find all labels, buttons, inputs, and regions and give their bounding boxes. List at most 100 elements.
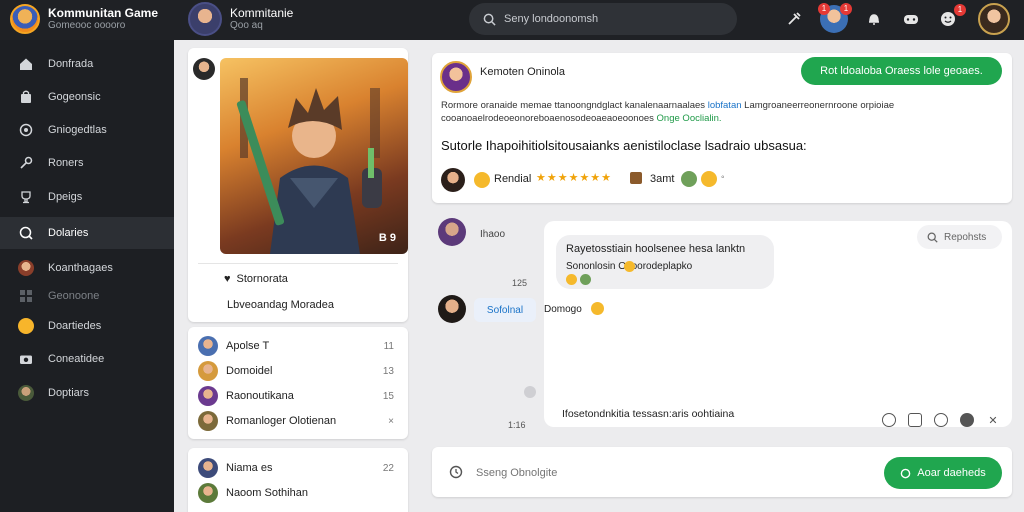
- game-artwork[interactable]: B 9: [220, 58, 408, 254]
- bell-icon[interactable]: [863, 8, 885, 30]
- send-icon: [900, 468, 911, 478]
- home-icon: [18, 56, 34, 72]
- join-button[interactable]: Rot ldoaloba Oraess lole geoaes.: [801, 57, 1002, 85]
- friend-avatar: [198, 361, 218, 381]
- avatar-icon: [681, 171, 697, 187]
- search-input[interactable]: [504, 13, 724, 25]
- art-label: B 9: [378, 232, 396, 244]
- tools-icon[interactable]: [783, 8, 805, 30]
- post-body: Rormore oranaide memae ttanoongndglact k…: [441, 100, 895, 124]
- chat-user-label: Ihaoo: [480, 229, 506, 240]
- avatar-icon: [18, 385, 34, 401]
- post-author-avatar[interactable]: [440, 61, 472, 93]
- clock-icon[interactable]: [882, 413, 896, 427]
- reaction-count: 3amt: [650, 173, 675, 185]
- sidebar-item-label: Dolaries: [48, 227, 89, 239]
- friend-name: Domoidel: [226, 365, 273, 377]
- sidebar-item-home[interactable]: Donfrada: [0, 48, 174, 80]
- controller-icon[interactable]: [900, 8, 922, 30]
- friend-row[interactable]: Romanloger Olotienan ×: [198, 410, 402, 432]
- friend-row[interactable]: Raonoutikana 15: [198, 385, 402, 407]
- friend-count: 13: [382, 365, 394, 377]
- sidebar-item-explore[interactable]: Gniogedtlas: [0, 114, 174, 146]
- friend-row[interactable]: Apolse T 11: [198, 335, 402, 357]
- app-subtitle: Gomeooc ooooro: [48, 20, 126, 31]
- send-button[interactable]: Aoar daeheds: [884, 457, 1002, 489]
- user-avatar[interactable]: [978, 3, 1010, 35]
- grin-icon: [591, 302, 604, 315]
- clock-icon[interactable]: [449, 465, 463, 479]
- post-link[interactable]: lobfatan: [708, 100, 742, 111]
- notification-badge: 1: [818, 3, 830, 15]
- smile-icon: [474, 172, 490, 188]
- friend-avatar: [198, 458, 218, 478]
- favorite-row[interactable]: ♥ Stornorata: [224, 273, 288, 285]
- compass-icon: [18, 122, 34, 138]
- comment-icon[interactable]: [908, 413, 922, 427]
- search-bar[interactable]: [469, 3, 737, 35]
- sidebar-item-activity[interactable]: Doartiedes: [0, 310, 174, 342]
- divider: [198, 263, 398, 264]
- copy-icon[interactable]: [934, 413, 948, 427]
- profile-avatar[interactable]: [193, 58, 215, 80]
- tools-icon[interactable]: ✕: [986, 413, 1000, 427]
- sidebar-item-store[interactable]: Gogeonsic: [0, 81, 174, 113]
- chat-user-avatar[interactable]: [438, 295, 466, 323]
- channel-header[interactable]: Kommitanie Qoo aq: [188, 2, 293, 36]
- friend-avatar: [198, 386, 218, 406]
- notification-badge: 1: [840, 3, 852, 15]
- message-actions: ✕: [882, 413, 1000, 427]
- friend-name: Raonoutikana: [226, 390, 294, 402]
- sidebar-item-label: Coneatidee: [48, 353, 105, 365]
- post-headline: Sutorle Ihapoihitiolsitousaianks aenisti…: [441, 138, 807, 153]
- sidebar-item-label: Koanthagaes: [48, 262, 113, 274]
- cup-icon: [18, 189, 34, 205]
- long-message: Ifosetondnkitia tessasn:aris oohtiaina: [562, 408, 735, 420]
- more-icon[interactable]: ◦: [721, 172, 725, 183]
- sidebar-item-label: Doartiedes: [48, 320, 102, 332]
- emoji-icon: [18, 318, 34, 334]
- sidebar-item-label: Dpeigs: [48, 191, 83, 203]
- message-bubble: Rayetosstiain hoolsenee hesa lanktn Sono…: [556, 235, 774, 289]
- bag-icon: [18, 89, 34, 105]
- friend-row[interactable]: Naoom Sothihan: [198, 482, 402, 504]
- sidebar-item-library[interactable]: Geonoone: [0, 280, 174, 312]
- smile-icon: [566, 274, 577, 285]
- friend-avatar: [198, 336, 218, 356]
- user-tag[interactable]: Sofolnal: [474, 298, 536, 322]
- friend-row[interactable]: Domoidel 13: [198, 360, 402, 382]
- brand[interactable]: Kommunitan Game Gomeooc ooooro: [10, 4, 158, 34]
- avatar-icon: [18, 260, 34, 276]
- post-link-secondary[interactable]: Onge Ooclialin.: [657, 113, 722, 124]
- channel-avatar: [188, 2, 222, 36]
- camera-icon: [18, 351, 34, 367]
- friend-count: 11: [383, 340, 394, 352]
- reaction-avatar[interactable]: [441, 168, 465, 192]
- key-icon: [18, 155, 34, 171]
- sidebar-item-options[interactable]: Doptiars: [0, 377, 174, 409]
- sidebar-item-media[interactable]: Coneatidee: [0, 343, 174, 375]
- app-title: Kommunitan Game: [48, 6, 159, 20]
- chat-icon: [18, 225, 34, 241]
- sidebar-item-trophies[interactable]: Dpeigs: [0, 181, 174, 213]
- notification-badge: 1: [954, 4, 966, 16]
- avatar-icon: [580, 274, 591, 285]
- post-author[interactable]: Kemoten Oninola: [480, 66, 565, 78]
- sidebar-item-label: Geonoone: [48, 290, 100, 302]
- friend-row[interactable]: Niama es 22: [198, 457, 402, 479]
- share-icon[interactable]: [960, 413, 974, 427]
- friend-avatar: [198, 411, 218, 431]
- chat-user-avatar[interactable]: [438, 218, 466, 246]
- report-button[interactable]: Repohsts: [917, 225, 1002, 249]
- sidebar-item-messages[interactable]: Dolaries: [0, 217, 174, 249]
- friend-name: Naoom Sothihan: [226, 487, 308, 499]
- channel-subtitle: Qoo aq: [230, 20, 263, 31]
- friend-count: ×: [388, 415, 394, 427]
- sidebar-item-label: Donfrada: [48, 58, 94, 70]
- search-icon: [927, 232, 938, 243]
- search-icon: [483, 13, 496, 26]
- sidebar-item-keys[interactable]: Roners: [0, 147, 174, 179]
- message-input[interactable]: [476, 462, 856, 484]
- profile-sub-label: Lbveoandag Moradea: [227, 299, 335, 311]
- rating-stars: ★★★★★★★: [536, 172, 613, 184]
